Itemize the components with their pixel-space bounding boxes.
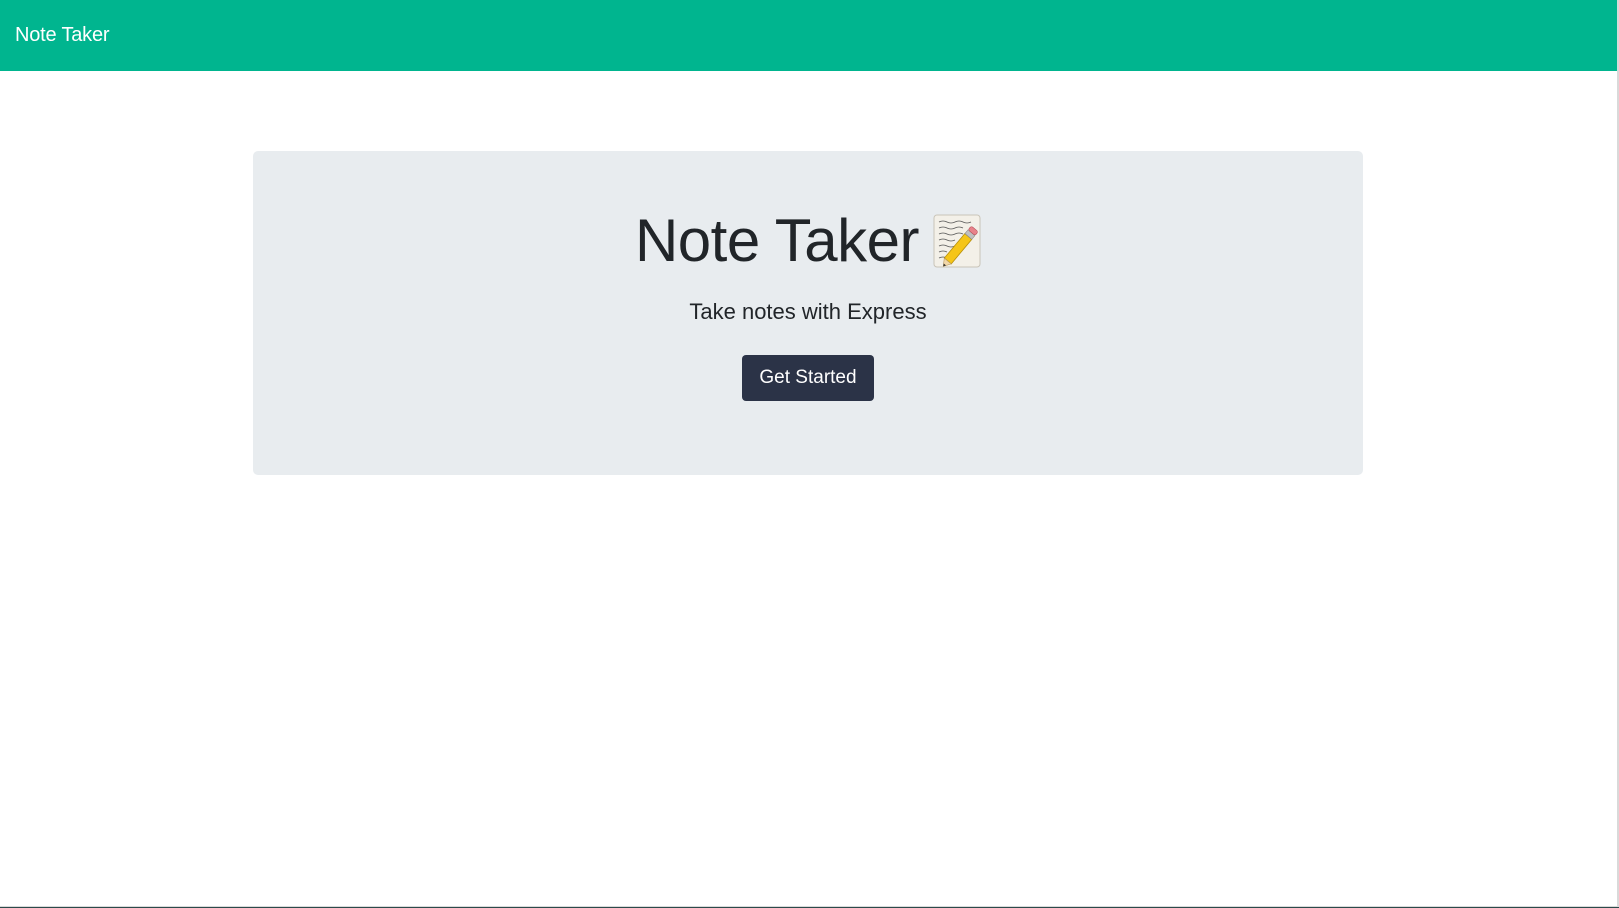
hero-jumbotron: Note Taker Take notes with Express Get S… [253, 151, 1363, 475]
navbar: Note Taker [0, 0, 1617, 71]
hero-subtitle: Take notes with Express [689, 299, 927, 324]
memo-icon [933, 214, 981, 268]
browser-viewport: Note Taker Note Taker Take notes with Ex… [0, 0, 1619, 907]
navbar-brand[interactable]: Note Taker [15, 24, 110, 47]
hero-title-text: Note Taker [634, 207, 920, 274]
get-started-button[interactable]: Get Started [742, 355, 874, 401]
hero-title: Note Taker [635, 211, 981, 271]
